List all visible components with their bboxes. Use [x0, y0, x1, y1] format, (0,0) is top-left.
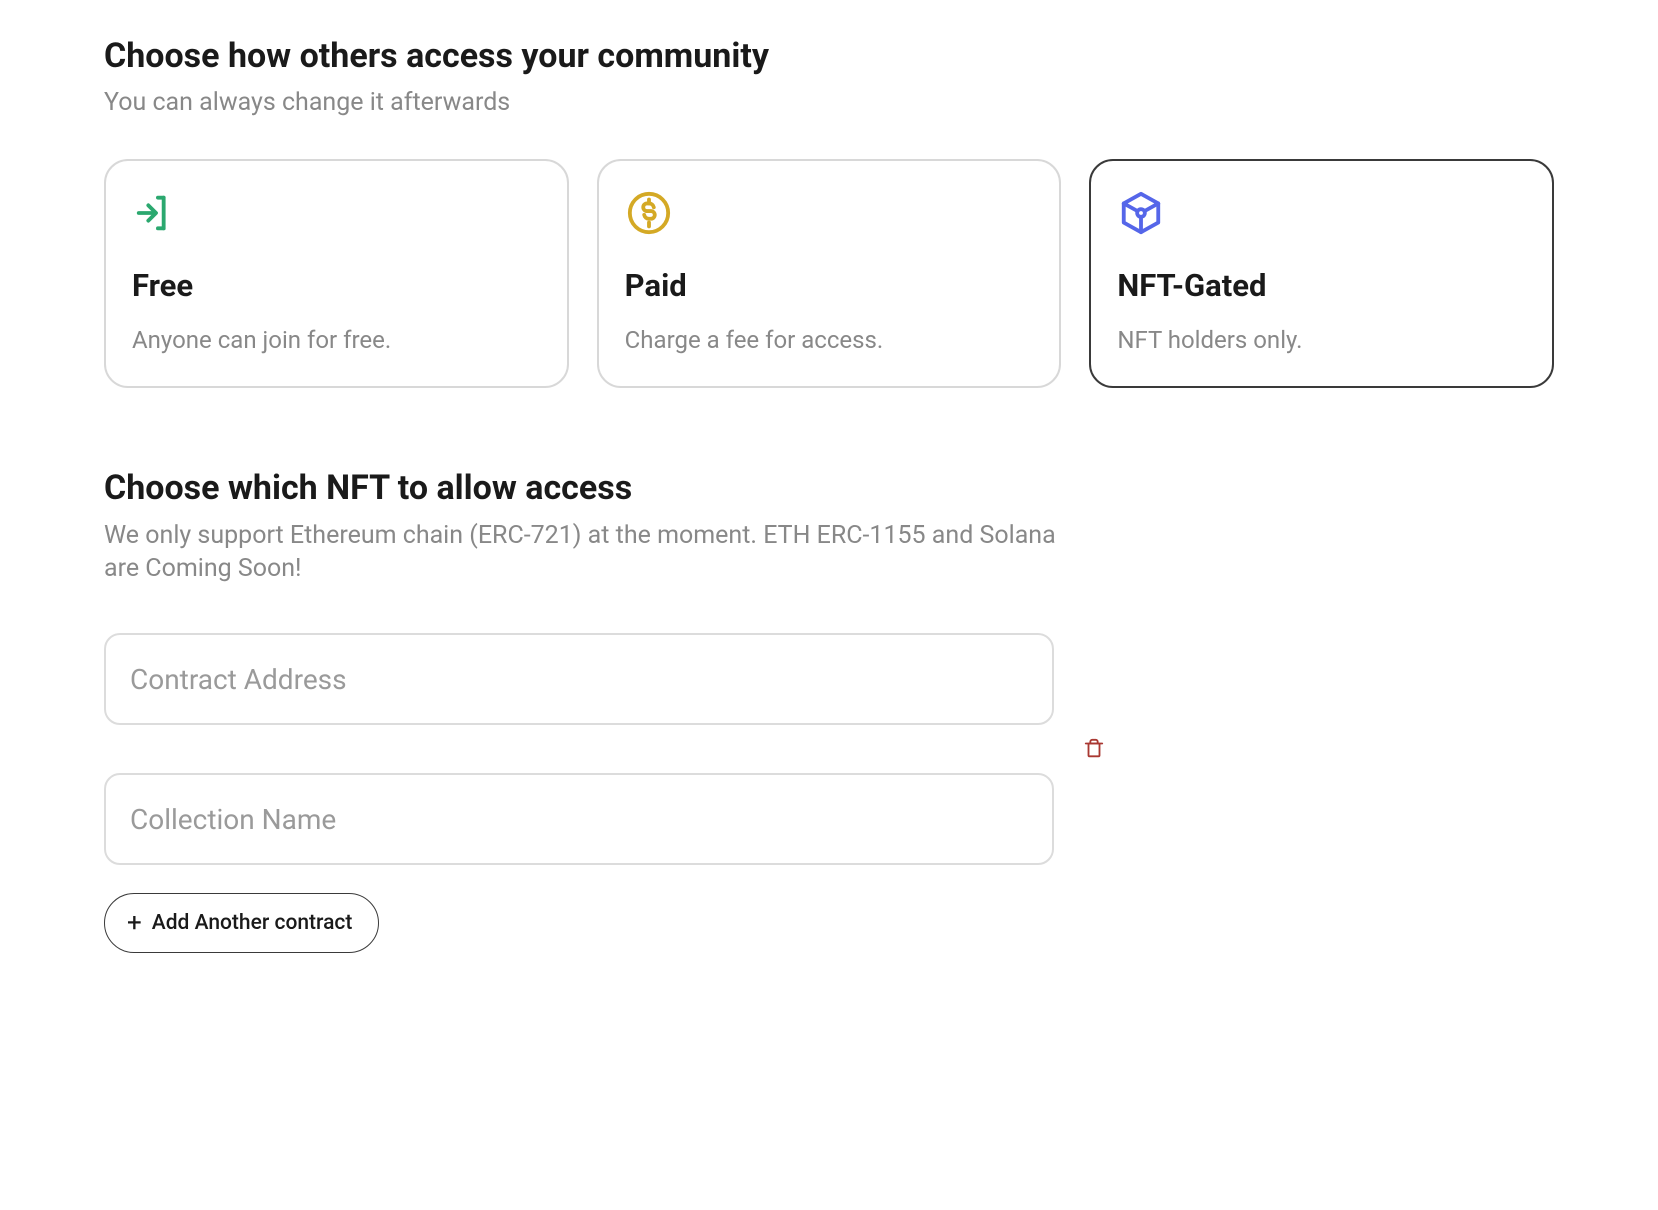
- nft-inputs-column: [104, 633, 1054, 865]
- enter-icon: [132, 189, 180, 237]
- access-card-nft[interactable]: NFT-Gated NFT holders only.: [1089, 159, 1554, 388]
- access-card-nft-title: NFT-Gated: [1117, 267, 1526, 304]
- access-card-nft-desc: NFT holders only.: [1117, 326, 1526, 354]
- access-cards-row: Free Anyone can join for free. Paid Char…: [104, 159, 1554, 388]
- access-section-subtitle: You can always change it afterwards: [104, 88, 1554, 117]
- access-card-paid-desc: Charge a fee for access.: [625, 326, 1034, 354]
- access-card-paid-title: Paid: [625, 267, 1034, 304]
- access-card-free-desc: Anyone can join for free.: [132, 326, 541, 354]
- trash-icon: [1083, 736, 1105, 762]
- nft-form-row: [104, 633, 1554, 865]
- access-card-paid[interactable]: Paid Charge a fee for access.: [597, 159, 1062, 388]
- nft-section-title: Choose which NFT to allow access: [104, 468, 1554, 508]
- add-contract-label: Add Another contract: [152, 911, 353, 935]
- dollar-circle-icon: [625, 189, 673, 237]
- access-card-free-title: Free: [132, 267, 541, 304]
- plus-icon: +: [127, 910, 142, 936]
- cube-icon: [1117, 189, 1165, 237]
- nft-section-subtitle: We only support Ethereum chain (ERC-721)…: [104, 520, 1064, 585]
- collection-name-input[interactable]: [104, 773, 1054, 865]
- delete-contract-button[interactable]: [1078, 733, 1110, 765]
- contract-address-input[interactable]: [104, 633, 1054, 725]
- add-contract-button[interactable]: + Add Another contract: [104, 893, 379, 953]
- access-card-free[interactable]: Free Anyone can join for free.: [104, 159, 569, 388]
- access-section-title: Choose how others access your community: [104, 36, 1554, 76]
